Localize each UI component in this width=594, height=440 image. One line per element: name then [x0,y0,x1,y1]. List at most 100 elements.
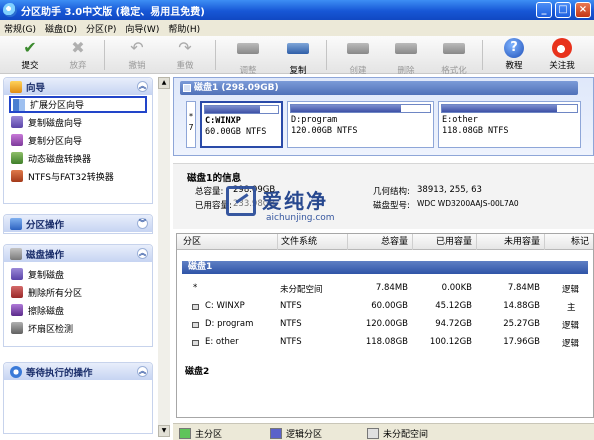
disk-op-delete-all[interactable]: 删除所有分区 [4,283,152,301]
table-header: 分区 文件系统 总容量 已用容量 未用容量 标记 [177,234,593,250]
disk-op-bad-sector[interactable]: 坏扇区检测 [4,319,152,337]
partition-ops-header[interactable]: 分区操作 ︾ [4,215,152,232]
unallocated-swatch [367,428,379,439]
disk-copy-icon [287,43,309,63]
extend-partition-icon [13,98,25,111]
col-free[interactable]: 未用容量 [476,234,544,250]
wizard-dynamic-disk[interactable]: 动态磁盘转换器 [4,149,152,167]
window-title: 分区助手 3.0中文版 (稳定、易用且免费) [21,6,205,18]
geometry-label: 几何结构: [373,187,410,197]
follow-button[interactable]: 关注我 [540,38,584,72]
checkmark-icon: ✔ [23,38,37,57]
dynamic-disk-icon [11,152,23,164]
undo-icon: ↶ [130,38,144,57]
partition-block-c[interactable]: C:WINXP 60.00GB NTFS [200,101,283,148]
disk-op-copy[interactable]: 复制磁盘 [4,265,152,283]
menu-general[interactable]: 常规(G) [4,22,36,35]
partition-block-e[interactable]: E:other 118.08GB NTFS [438,101,581,148]
adjust-button[interactable]: 调整 [226,38,270,76]
table-row[interactable]: D: program NTFS 120.00GB 94.72GB 25.27GB… [177,317,593,333]
minimize-button[interactable]: _ [536,2,552,18]
wizard-icon [10,80,22,93]
help-icon: ? [503,38,525,58]
maximize-button[interactable]: □ [555,2,571,18]
weibo-icon [551,38,573,58]
undo-button[interactable]: ↶ 撤销 [115,38,159,72]
legend-unallocated: 未分配空间 [367,427,428,440]
col-flag[interactable]: 标记 [544,234,593,250]
disk-map: 磁盘1 (298.09GB) * 7 C:WINXP 60.00GB NTFS … [173,77,594,156]
geometry-value: 38913, 255, 63 [417,185,482,195]
toolbar-separator [326,40,327,70]
table-row[interactable]: E: other NTFS 118.08GB 100.12GB 17.96GB … [177,335,593,351]
disk-map-header[interactable]: 磁盘1 (298.09GB) [180,81,578,95]
partition-block-d[interactable]: D:program 120.00GB NTFS [287,101,434,148]
usage-bar [204,105,279,114]
scroll-up-icon[interactable]: ▲ [158,77,170,89]
col-filesystem[interactable]: 文件系统 [277,234,347,250]
commit-button[interactable]: ✔ 提交 [8,38,52,72]
total-capacity-label: 总容量: [195,187,224,197]
menu-disk[interactable]: 磁盘(D) [45,22,77,35]
partition-icon [192,304,199,310]
disk-op-wipe[interactable]: 擦除磁盘 [4,301,152,319]
title-bar: 分区助手 3.0中文版 (稳定、易用且免费) _ □ × [0,0,594,20]
wizard-copy-disk[interactable]: 复制磁盘向导 [4,113,152,131]
col-partition[interactable]: 分区 [177,234,277,250]
tutorial-button[interactable]: ? 教程 [492,38,536,72]
col-total[interactable]: 总容量 [347,234,412,250]
disk-icon [10,247,22,260]
delete-button[interactable]: 删除 [384,38,428,76]
table-row[interactable]: * 未分配空间 7.84MB 0.00KB 7.84MB 逻辑 [177,281,593,297]
wipe-disk-icon [11,304,23,316]
redo-button[interactable]: ↷ 重做 [163,38,207,72]
collapse-icon[interactable]: ︽ [137,366,148,377]
wizard-extend-partition[interactable]: 扩展分区向导 [9,96,147,113]
menu-partition[interactable]: 分区(P) [86,22,116,35]
scroll-down-icon[interactable]: ▼ [158,425,170,437]
disk1-row[interactable]: 磁盘1 [182,261,588,274]
expand-icon[interactable]: ︾ [137,218,148,229]
menu-wizard[interactable]: 向导(W) [125,22,159,35]
app-icon [3,3,17,17]
collapse-icon[interactable]: ︽ [137,81,148,92]
menu-help[interactable]: 帮助(H) [168,22,200,35]
partition-icon [192,322,199,328]
disk-icon [183,84,191,92]
copy-disk-icon [11,116,23,128]
partition-table: 分区 文件系统 总容量 已用容量 未用容量 标记 磁盘1 * 未分配空间 7.8… [176,233,594,418]
discard-button[interactable]: ✖ 放弃 [56,38,100,72]
legend-bar: 主分区 逻辑分区 未分配空间 [173,423,594,440]
table-row[interactable]: C: WINXP NTFS 60.00GB 45.12GB 14.88GB 主 [177,299,593,315]
disk-ops-header[interactable]: 磁盘操作 ︽ [4,245,152,262]
disk-model-label: 磁盘型号: [373,201,410,211]
main-area: 磁盘1 (298.09GB) * 7 C:WINXP 60.00GB NTFS … [173,77,594,423]
copy-button[interactable]: 复制 [276,38,320,76]
side-panel: 向导 ︽ 扩展分区向导 复制磁盘向导 复制分区向导 动态磁盘转换器 NTFS与F… [3,77,153,437]
legend-primary: 主分区 [179,427,222,440]
wizard-panel: 向导 ︽ 扩展分区向导 复制磁盘向导 复制分区向导 动态磁盘转换器 NTFS与F… [3,77,153,204]
partition-icon [192,340,199,346]
create-button[interactable]: 创建 [336,38,380,76]
usage-bar [290,104,431,113]
usage-bar [441,104,578,113]
col-used[interactable]: 已用容量 [412,234,476,250]
copy-disk-icon [11,268,23,280]
disk2-row[interactable]: 磁盘2 [177,362,593,378]
wizard-panel-header[interactable]: 向导 ︽ [4,78,152,95]
toolbar-separator [104,40,105,70]
wizard-copy-partition[interactable]: 复制分区向导 [4,131,152,149]
close-button[interactable]: × [575,2,591,18]
wizard-ntfs-fat32[interactable]: NTFS与FAT32转换器 [4,167,152,185]
collapse-icon[interactable]: ︽ [137,248,148,259]
convert-icon [11,170,23,182]
usage-fill [205,106,260,113]
disk-model-value: WDC WD3200AAJS-00L7A0 [417,199,519,208]
toolbar: ✔ 提交 ✖ 放弃 ↶ 撤销 ↷ 重做 调整 复制 创建 删除 格式化 ? 教程 [0,36,594,76]
disk-delete-icon [395,43,417,63]
pending-icon [10,365,22,378]
format-button[interactable]: 格式化 [432,38,476,76]
pending-ops-header[interactable]: 等待执行的操作 ︽ [4,363,152,380]
unallocated-block[interactable]: * 7 [186,101,196,148]
side-scrollbar[interactable]: ▲ ▼ [158,77,170,437]
